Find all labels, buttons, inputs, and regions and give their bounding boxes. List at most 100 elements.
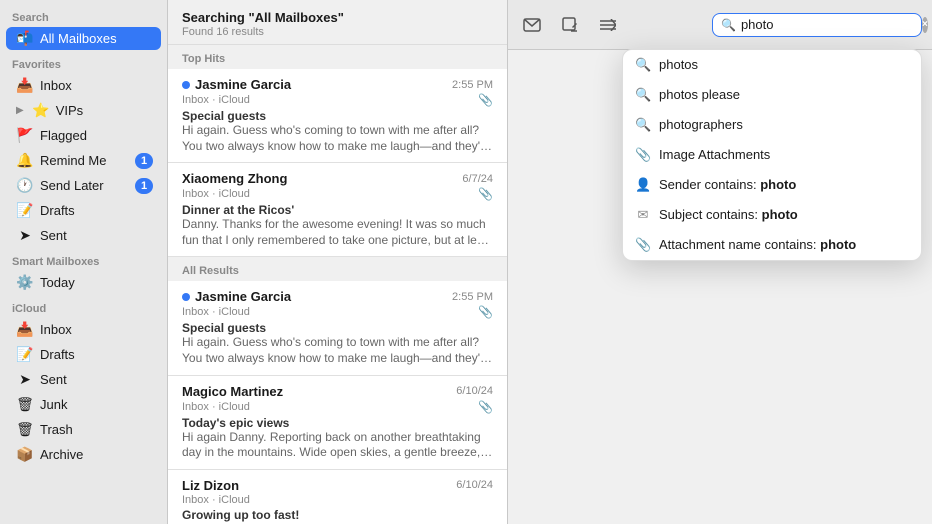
attachment-icon: 📎 — [478, 400, 493, 414]
send-later-label: Send Later — [40, 178, 129, 193]
search-input[interactable] — [741, 17, 917, 32]
autocomplete-item-sender-contains[interactable]: 👤 Sender contains: photo — [623, 170, 921, 200]
icloud-trash-icon: 🗑 — [16, 421, 34, 438]
email-item-1[interactable]: Jasmine Garcia 2:55 PM Inbox · iCloud 📎 … — [168, 281, 507, 375]
email-subject: Today's epic views — [182, 416, 493, 430]
email-item-header: Jasmine Garcia 2:55 PM — [182, 289, 493, 304]
search-glass-icon: 🔍 — [721, 18, 736, 32]
all-mailboxes-icon: 📬 — [16, 30, 34, 47]
sidebar-item-remind-me[interactable]: 🔔 Remind Me 1 — [6, 149, 161, 172]
email-sender: Jasmine Garcia — [182, 289, 291, 304]
sidebar-item-flagged[interactable]: 🚩 Flagged — [6, 124, 161, 147]
autocomplete-bold: photo — [762, 207, 798, 222]
email-item-header: Magico Martinez 6/10/24 — [182, 384, 493, 399]
icloud-drafts-label: Drafts — [40, 347, 153, 362]
autocomplete-item-image-attachments[interactable]: 📎 Image Attachments — [623, 140, 921, 170]
top-hits-label: Top Hits — [168, 45, 507, 69]
right-pane: 🔍 × 🔍 photos 🔍 photos please 🔍 photograp… — [508, 0, 932, 524]
email-mailbox: Inbox · iCloud — [182, 401, 250, 413]
inbox-icon: 📥 — [16, 77, 34, 94]
sidebar-item-inbox[interactable]: 📥 Inbox — [6, 74, 161, 97]
drafts-icon: 📝 — [16, 202, 34, 219]
sidebar-item-today[interactable]: ⚙️ Today — [6, 271, 161, 294]
autocomplete-item-photos[interactable]: 🔍 photos — [623, 50, 921, 80]
icloud-archive-icon: 📦 — [16, 446, 34, 463]
sidebar-item-drafts[interactable]: 📝 Drafts — [6, 199, 161, 222]
email-date: 2:55 PM — [452, 79, 493, 91]
vip-icon: ⭐ — [32, 102, 50, 119]
email-item-3[interactable]: Liz Dizon 6/10/24 Inbox · iCloud Growing… — [168, 470, 507, 524]
sidebar-item-icloud-trash[interactable]: 🗑 Trash — [6, 418, 161, 441]
autocomplete-item-photographers[interactable]: 🔍 photographers — [623, 110, 921, 140]
email-item-2[interactable]: Magico Martinez 6/10/24 Inbox · iCloud 📎… — [168, 376, 507, 470]
email-item-top-2[interactable]: Xiaomeng Zhong 6/7/24 Inbox · iCloud 📎 D… — [168, 163, 507, 257]
autocomplete-text: photos — [659, 57, 909, 72]
sidebar-item-icloud-drafts[interactable]: 📝 Drafts — [6, 343, 161, 366]
email-sender: Liz Dizon — [182, 478, 239, 493]
icloud-junk-icon: 🗑 — [16, 396, 34, 413]
sidebar-item-all-mailboxes[interactable]: 📬 All Mailboxes — [6, 27, 161, 50]
sidebar-item-send-later[interactable]: 🕐 Send Later 1 — [6, 174, 161, 197]
attachment-icon: 📎 — [478, 187, 493, 201]
all-mailboxes-label: All Mailboxes — [40, 31, 153, 46]
today-icon: ⚙️ — [16, 274, 34, 291]
email-mailbox: Inbox · iCloud — [182, 306, 250, 318]
icloud-trash-label: Trash — [40, 422, 153, 437]
search-results-header: Searching "All Mailboxes" Found 16 resul… — [168, 0, 507, 45]
today-label: Today — [40, 275, 153, 290]
sidebar-item-icloud-archive[interactable]: 📦 Archive — [6, 443, 161, 466]
compose-button[interactable] — [556, 11, 584, 39]
autocomplete-item-subject-contains[interactable]: ✉ Subject contains: photo — [623, 200, 921, 230]
favorites-section-label: Favorites — [0, 51, 167, 73]
email-subject: Special guests — [182, 109, 493, 123]
sent-label: Sent — [40, 228, 153, 243]
search-header-title: Searching "All Mailboxes" — [182, 10, 493, 25]
search-container: 🔍 × 🔍 photos 🔍 photos please 🔍 photograp… — [712, 13, 922, 37]
icloud-sent-icon: ➤ — [16, 371, 34, 388]
email-item-header: Jasmine Garcia 2:55 PM — [182, 77, 493, 92]
autocomplete-bold: photo — [760, 177, 796, 192]
email-list-pane: Searching "All Mailboxes" Found 16 resul… — [168, 0, 508, 524]
icloud-inbox-label: Inbox — [40, 322, 153, 337]
email-mailbox: Inbox · iCloud — [182, 188, 250, 200]
unread-dot — [182, 293, 190, 301]
vip-chevron-icon: ▶ — [16, 105, 24, 116]
autocomplete-item-photos-please[interactable]: 🔍 photos please — [623, 80, 921, 110]
icloud-section-label: iCloud — [0, 295, 167, 317]
email-preview: Hi again. Guess who's coming to town wit… — [182, 123, 493, 154]
email-meta: Inbox · iCloud 📎 — [182, 187, 493, 201]
sidebar-item-icloud-junk[interactable]: 🗑 Junk — [6, 393, 161, 416]
person-icon: 👤 — [635, 177, 651, 193]
email-preview: Danny. Thanks for the awesome evening! I… — [182, 217, 493, 248]
autocomplete-item-attachment-name[interactable]: 📎 Attachment name contains: photo — [623, 230, 921, 260]
drafts-label: Drafts — [40, 203, 153, 218]
search-icon: 🔍 — [635, 117, 651, 133]
mail-button[interactable] — [518, 11, 546, 39]
email-subject: Growing up too fast! — [182, 508, 493, 522]
icloud-archive-label: Archive — [40, 447, 153, 462]
email-subject: Special guests — [182, 321, 493, 335]
autocomplete-text: photos please — [659, 87, 909, 102]
send-later-icon: 🕐 — [16, 177, 34, 194]
email-date: 6/10/24 — [456, 479, 493, 491]
search-section-label: Search — [0, 4, 167, 26]
email-item-top-1[interactable]: Jasmine Garcia 2:55 PM Inbox · iCloud 📎 … — [168, 69, 507, 163]
sidebar-item-sent[interactable]: ➤ Sent — [6, 224, 161, 247]
icloud-drafts-icon: 📝 — [16, 346, 34, 363]
inbox-label: Inbox — [40, 78, 153, 93]
sidebar-item-icloud-inbox[interactable]: 📥 Inbox — [6, 318, 161, 341]
autocomplete-text: photographers — [659, 117, 909, 132]
unread-dot — [182, 81, 190, 89]
email-meta: Inbox · iCloud — [182, 494, 493, 506]
remind-me-label: Remind Me — [40, 153, 129, 168]
icloud-inbox-icon: 📥 — [16, 321, 34, 338]
expand-button[interactable] — [594, 11, 622, 39]
attachment-icon: 📎 — [478, 305, 493, 319]
search-clear-button[interactable]: × — [922, 17, 928, 33]
sidebar-item-icloud-sent[interactable]: ➤ Sent — [6, 368, 161, 391]
icloud-junk-label: Junk — [40, 397, 153, 412]
search-header-subtitle: Found 16 results — [182, 26, 493, 38]
autocomplete-text: Attachment name contains: photo — [659, 237, 909, 252]
email-meta: Inbox · iCloud 📎 — [182, 93, 493, 107]
sidebar-item-vips[interactable]: ▶ ⭐ VIPs — [6, 99, 161, 122]
